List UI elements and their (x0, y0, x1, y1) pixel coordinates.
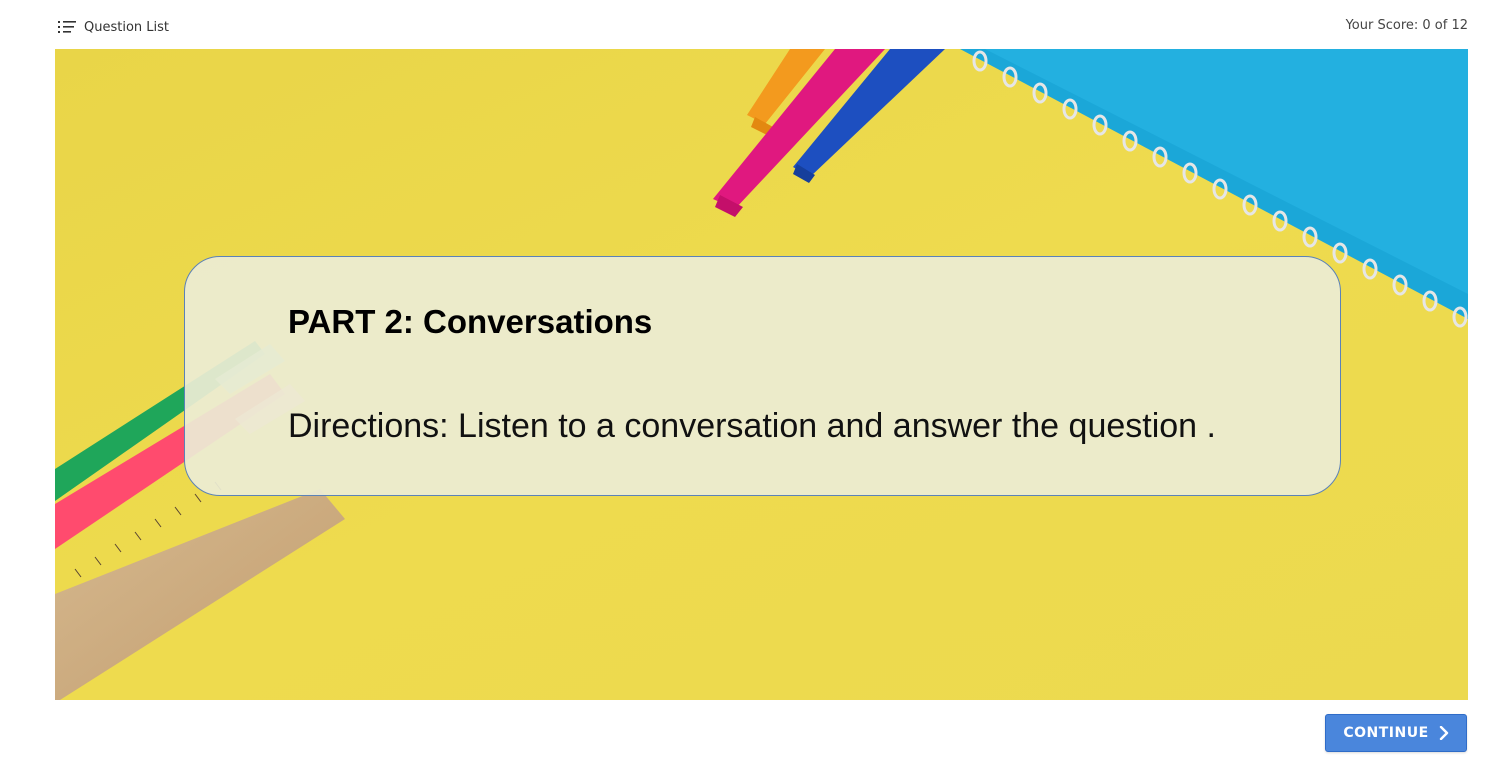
list-icon (58, 20, 76, 34)
score-text: Your Score: 0 of 12 (1345, 18, 1468, 33)
question-list-button[interactable]: Question List (58, 17, 169, 37)
question-list-label: Question List (84, 19, 170, 35)
slide-title: PART 2: Conversations (288, 303, 653, 340)
slide-directions: Directions: Listen to a conversation and… (288, 407, 1216, 445)
slide-canvas: PART 2: Conversations Directions: Listen… (55, 49, 1468, 700)
lesson-page: Question List Your Score: 0 of 12 PART 2… (0, 0, 1504, 768)
chevron-right-icon (1439, 725, 1449, 741)
instruction-card: PART 2: Conversations Directions: Listen… (184, 256, 1341, 496)
continue-label: CONTINUE (1343, 725, 1429, 741)
continue-button[interactable]: CONTINUE (1325, 714, 1467, 752)
